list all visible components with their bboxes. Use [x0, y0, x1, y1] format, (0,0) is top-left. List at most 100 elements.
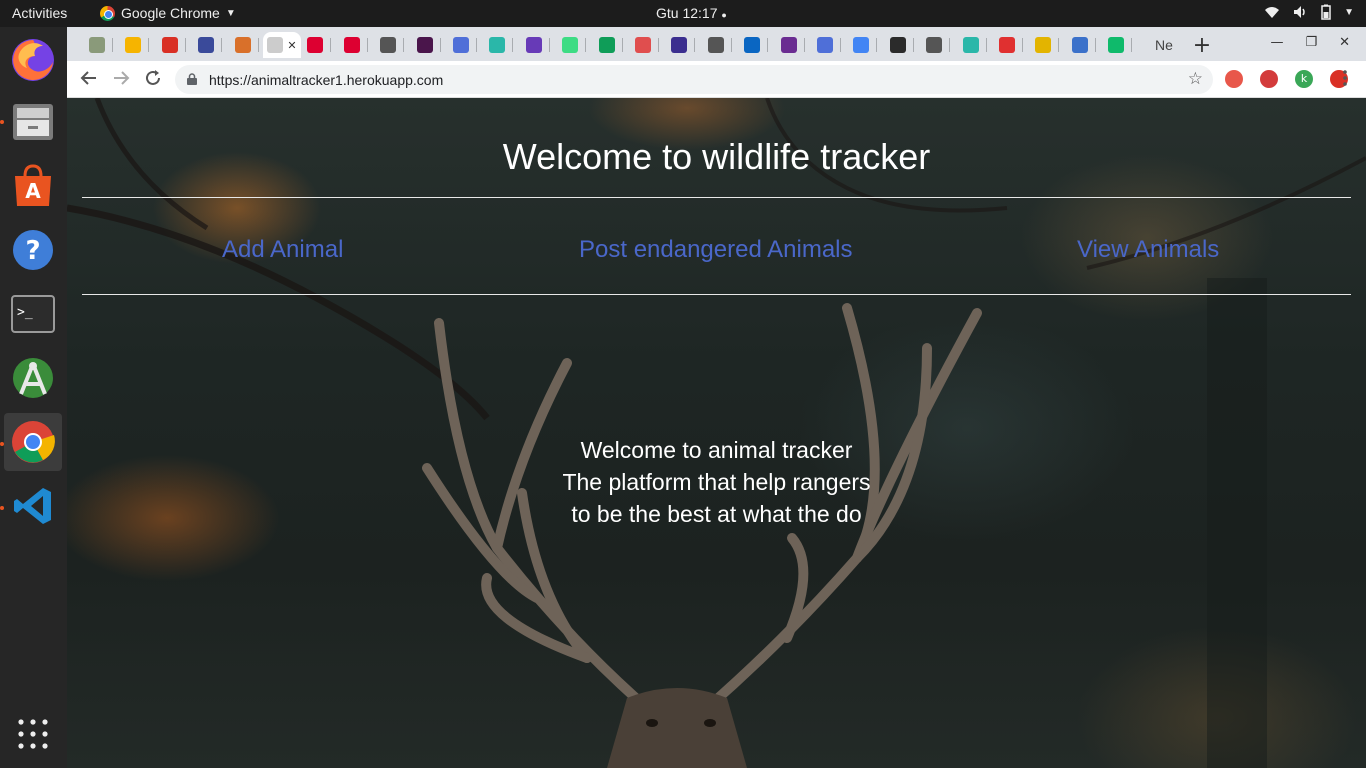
- close-window-icon[interactable]: ✕: [1339, 35, 1350, 50]
- shield-extension-icon[interactable]: [1260, 70, 1278, 88]
- tab[interactable]: [190, 32, 223, 58]
- reload-icon: [146, 70, 160, 85]
- tab[interactable]: [154, 32, 186, 58]
- chevron-down-icon: ▼: [225, 7, 236, 19]
- dock-android-studio[interactable]: [4, 349, 62, 407]
- trello-icon: [598, 37, 615, 53]
- tab[interactable]: [736, 32, 769, 58]
- animal-tracker-icon: [267, 37, 284, 53]
- tab-separator: [658, 38, 659, 52]
- svg-text:>_: >_: [17, 305, 33, 320]
- tab[interactable]: [1064, 32, 1096, 58]
- tree-icon: [89, 37, 105, 53]
- tab-separator: [221, 38, 223, 52]
- browser-tab-strip: ✕ Ne + — ❐ ✕: [67, 27, 1366, 61]
- system-tray[interactable]: ▼: [1264, 4, 1354, 22]
- dock-show-applications[interactable]: [4, 705, 62, 763]
- maximize-icon[interactable]: ❐: [1305, 35, 1317, 50]
- audio-icon: [707, 37, 724, 53]
- tab[interactable]: [409, 32, 441, 58]
- profile-avatar[interactable]: k: [1295, 70, 1313, 88]
- hero-line: to be the best at what the do: [571, 501, 862, 527]
- dock-help[interactable]: ?: [4, 221, 62, 279]
- tab[interactable]: [700, 32, 732, 58]
- tab-separator: [912, 38, 914, 52]
- dock-terminal[interactable]: >_: [4, 285, 62, 343]
- android-studio-icon: [13, 358, 53, 398]
- tab[interactable]: [991, 32, 1023, 58]
- show-apps-icon: [18, 719, 48, 749]
- tab[interactable]: [81, 32, 113, 58]
- dock-vscode[interactable]: [4, 477, 62, 535]
- lock-icon[interactable]: [187, 73, 197, 85]
- tab[interactable]: [955, 32, 987, 58]
- wifi-icon: [1265, 7, 1280, 18]
- tab[interactable]: [663, 32, 696, 58]
- tab[interactable]: [1027, 32, 1060, 58]
- tab[interactable]: [1100, 32, 1133, 58]
- dock-files[interactable]: [4, 93, 62, 151]
- window-controls: — ❐ ✕: [1270, 35, 1350, 50]
- browser-toolbar: https://animaltracker1.herokuapp.com ☆ k: [67, 61, 1366, 98]
- address-bar[interactable]: https://animaltracker1.herokuapp.com ☆: [175, 65, 1213, 94]
- app-menu[interactable]: Google Chrome ▼: [100, 5, 236, 21]
- forward-button[interactable]: [111, 69, 131, 89]
- new-tab-button[interactable]: +: [1187, 32, 1217, 58]
- dock-software-center[interactable]: A: [4, 157, 62, 215]
- reload-button[interactable]: [143, 69, 163, 89]
- software-center-icon: A: [15, 164, 51, 206]
- tab[interactable]: [445, 32, 477, 58]
- tab[interactable]: [809, 32, 841, 58]
- tab-separator: [803, 38, 805, 52]
- docs-icon: [817, 37, 833, 53]
- dock-chrome[interactable]: [4, 413, 62, 471]
- green-app-icon: [1108, 37, 1125, 53]
- tab-active[interactable]: ✕: [263, 32, 301, 58]
- arrow-right-icon: [114, 71, 130, 85]
- chevron-down-icon: ▼: [1344, 7, 1354, 18]
- kebab-menu-icon: [1343, 70, 1347, 86]
- hero-line: Welcome to animal tracker: [580, 437, 853, 463]
- mail-icon: [780, 37, 797, 53]
- tab[interactable]: [117, 32, 150, 58]
- cast-extension-icon[interactable]: [1225, 70, 1243, 88]
- tab[interactable]: [336, 32, 368, 58]
- deer-background-image: [67, 98, 1366, 768]
- activities-button[interactable]: Activities: [12, 5, 67, 21]
- tab[interactable]: [627, 32, 659, 58]
- tab-last[interactable]: Ne: [1145, 32, 1183, 58]
- dock-firefox[interactable]: [4, 31, 62, 89]
- tab[interactable]: [591, 32, 623, 58]
- view-animals-link[interactable]: View Animals: [1077, 236, 1219, 264]
- tab[interactable]: [918, 32, 951, 58]
- ubuntu-dock: A ? >_: [0, 27, 67, 768]
- tab[interactable]: [773, 32, 805, 58]
- running-indicator: [0, 442, 4, 446]
- tab[interactable]: [518, 32, 550, 58]
- clock[interactable]: Gtu 12:17 ●: [656, 5, 727, 21]
- menu-button[interactable]: [1335, 69, 1355, 89]
- tab[interactable]: [227, 32, 259, 58]
- running-indicator: [0, 506, 4, 510]
- back-button[interactable]: [79, 69, 99, 89]
- tab[interactable]: [882, 32, 914, 58]
- post-endangered-animals-link[interactable]: Post endangered Animals: [579, 236, 853, 264]
- tab[interactable]: [372, 32, 405, 58]
- tab[interactable]: [554, 32, 587, 58]
- angular-icon: [307, 37, 324, 53]
- tab-separator: [512, 38, 514, 52]
- bookmark-star-icon[interactable]: ☆: [1188, 69, 1203, 89]
- plus-icon: +: [1192, 32, 1212, 58]
- add-animal-link[interactable]: Add Animal: [222, 236, 343, 264]
- google-icon: [853, 37, 870, 53]
- tab[interactable]: [845, 32, 878, 58]
- gmail-icon: [161, 37, 178, 53]
- tab-separator: [840, 38, 841, 52]
- tab[interactable]: [481, 32, 514, 58]
- book-icon: [234, 37, 251, 53]
- tab[interactable]: [299, 32, 332, 58]
- minimize-icon[interactable]: —: [1270, 35, 1283, 50]
- system-top-bar: Activities Google Chrome ▼ Gtu 12:17 ● ▼: [0, 0, 1366, 27]
- openai-icon: [635, 37, 651, 53]
- close-tab-icon[interactable]: ✕: [287, 39, 296, 52]
